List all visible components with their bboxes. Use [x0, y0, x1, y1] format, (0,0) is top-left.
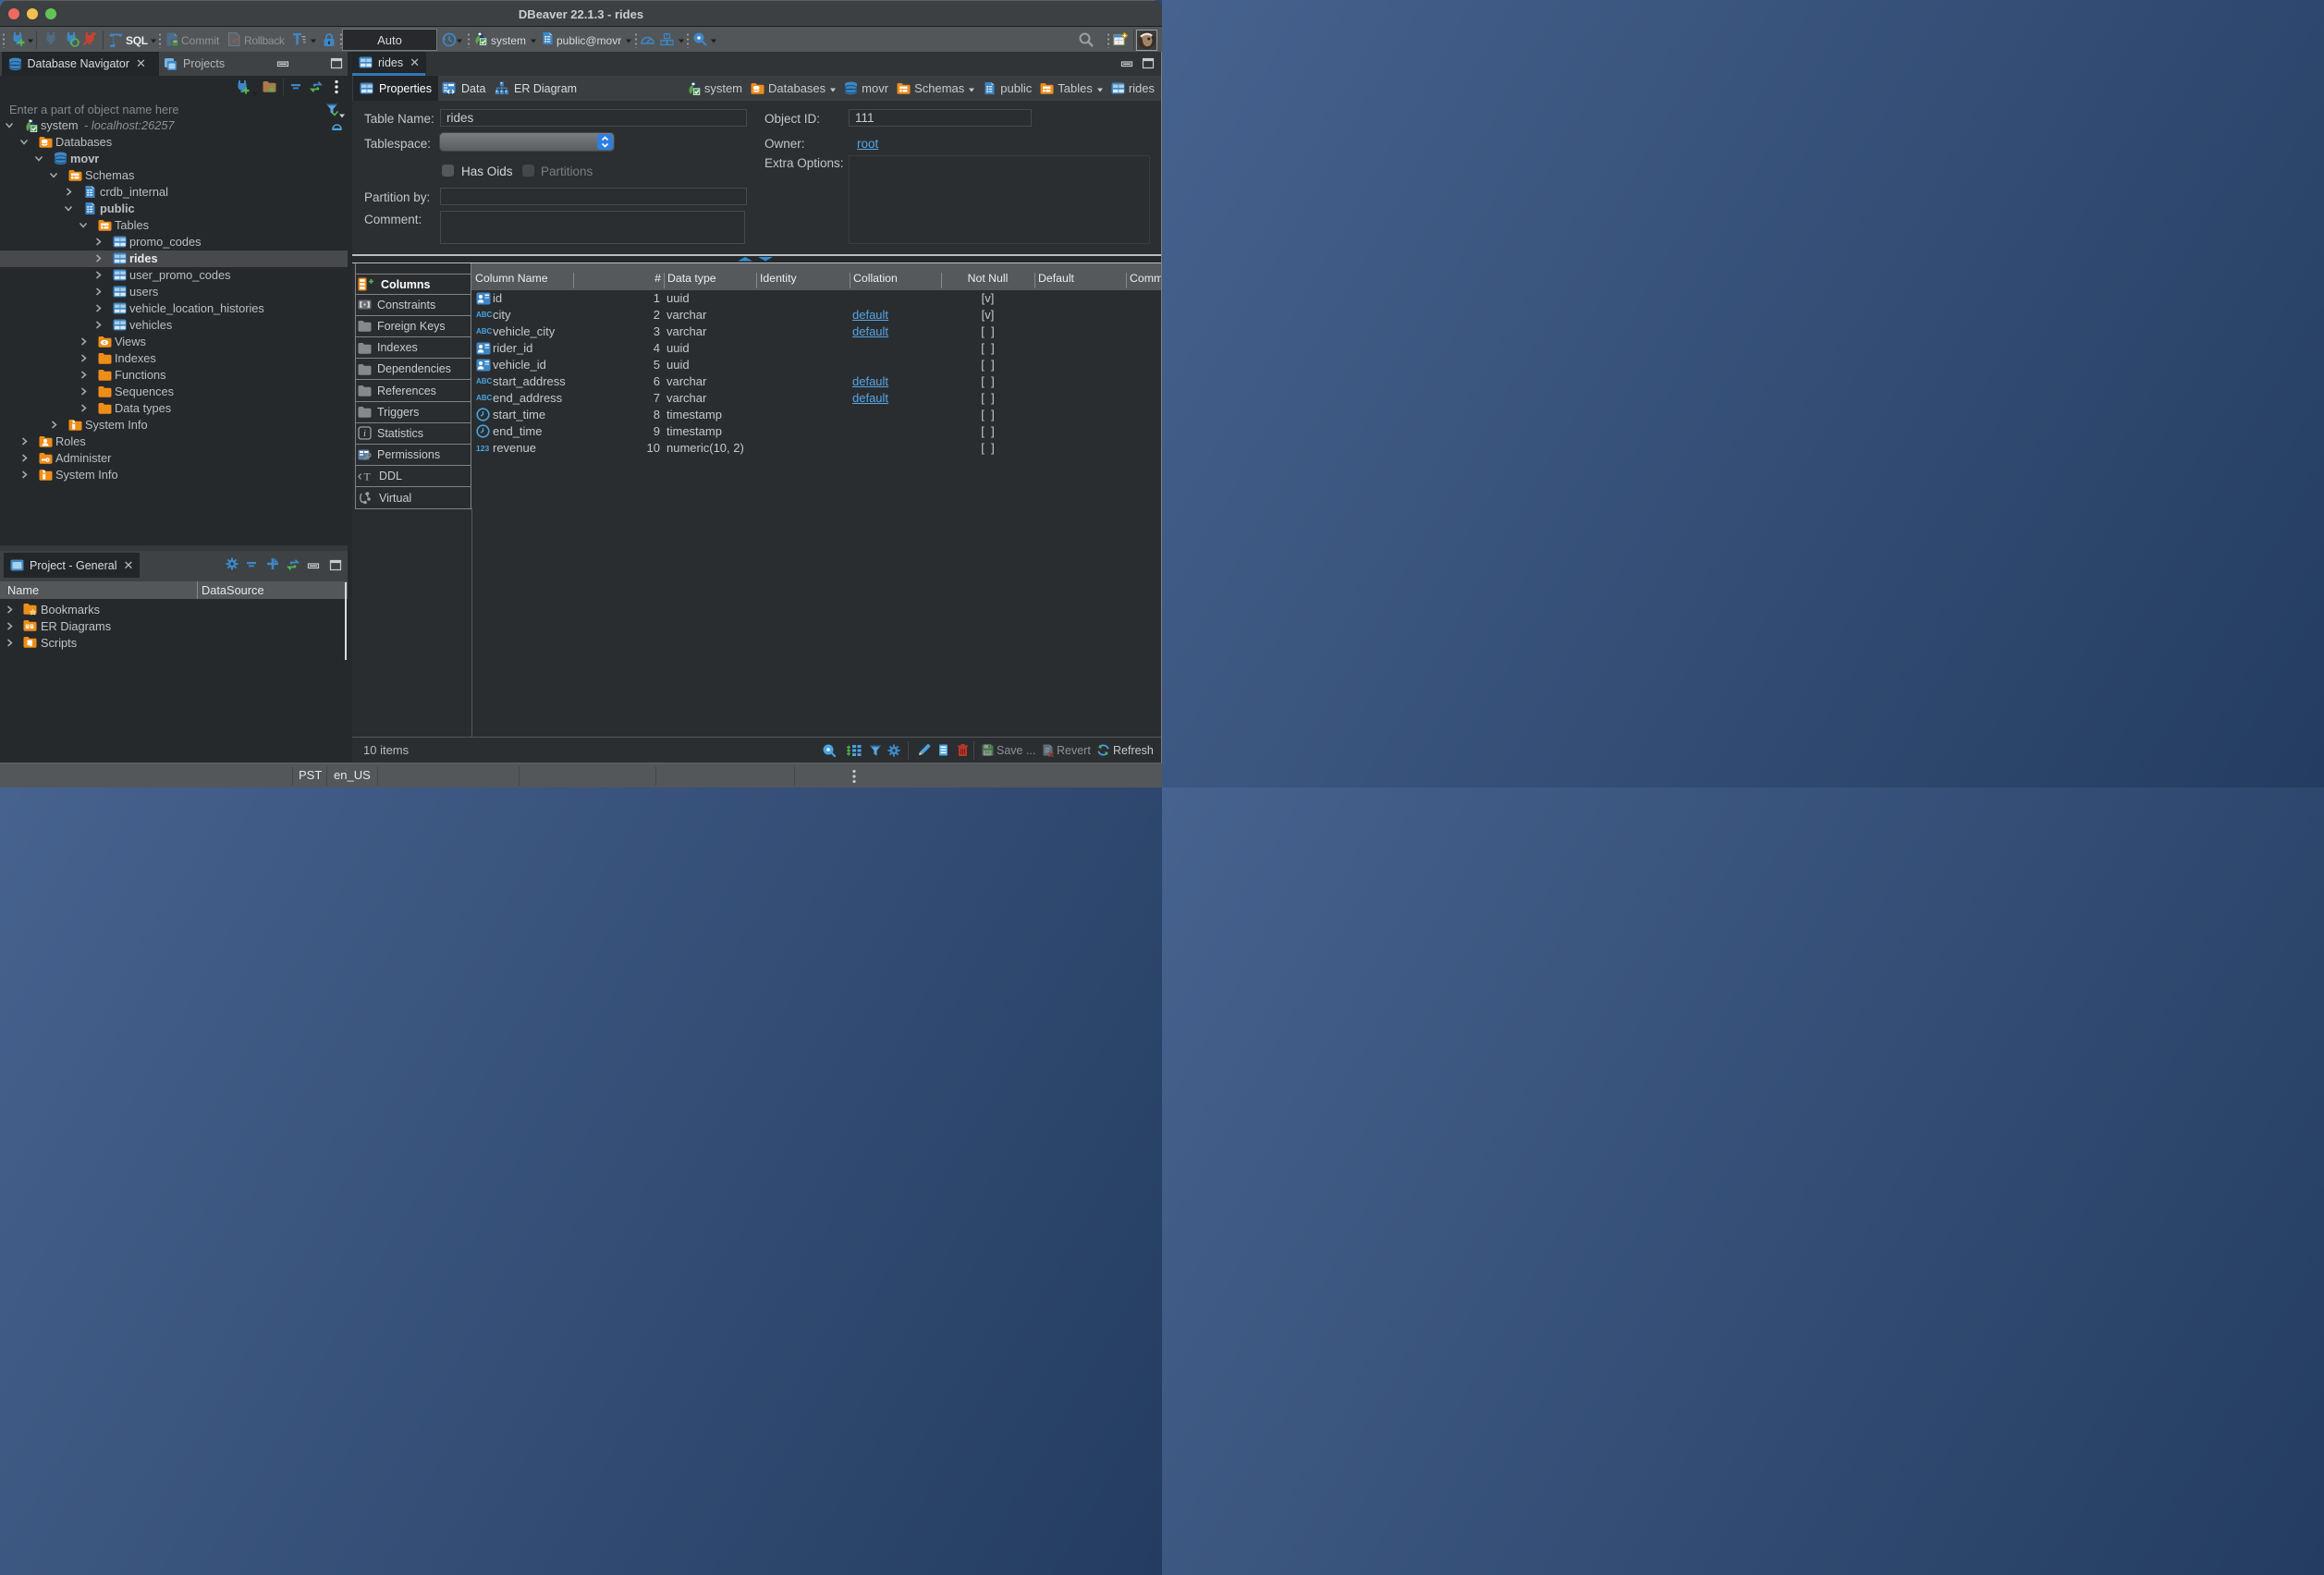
svg-text:T: T	[363, 470, 371, 482]
svg-text:i: i	[363, 429, 366, 439]
